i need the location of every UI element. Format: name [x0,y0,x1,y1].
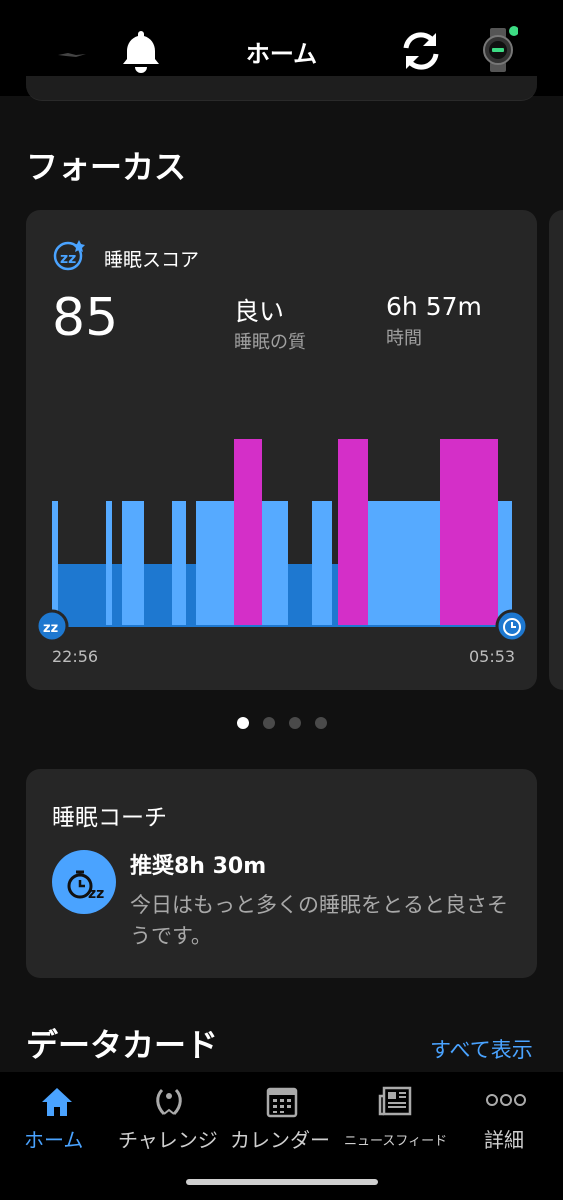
focus-section-title: フォーカス [26,148,187,186]
sync-icon[interactable] [398,28,444,74]
light-sleep-segment [262,501,288,626]
nav-item-home[interactable]: ホーム [0,1072,112,1172]
sleep-score-icon: zz [53,240,85,271]
pager-dot[interactable] [289,717,301,729]
light-sleep-segment [196,501,234,626]
sleep-start-marker: zz [35,609,69,643]
sleep-score-value: 85 [52,288,119,348]
laurel-icon [156,1088,182,1116]
svg-text:zz: zz [88,886,104,902]
light-sleep-segment [106,501,112,626]
light-sleep-segment [52,501,58,626]
sleep-duration-value: 6h 57m [386,292,482,321]
nav-item-calendar[interactable]: カレンダー [228,1072,340,1172]
pager-dot[interactable] [263,717,275,729]
sleep-coach-icon: zz [52,850,116,914]
light-sleep-segment [498,501,512,626]
see-all-link[interactable]: すべて表示 [430,1034,533,1064]
pager-dot[interactable] [315,717,327,729]
previous-card-edge [26,76,537,101]
nav-label-more: 詳細 [484,1128,524,1152]
sleep-quality-value: 良い [234,297,285,326]
nav-label-home: ホーム [24,1128,84,1152]
wake-clock-icon [495,609,529,643]
sleep-stage-chart: zz [35,439,529,643]
deep-sleep-segment [186,564,196,626]
home-icon [42,1088,72,1116]
next-card-peek[interactable] [549,210,563,690]
svg-text:zz: zz [60,251,76,267]
sleep-end-time: 05:53 [469,647,516,666]
nav-label-newsfeed: ニュースフィード [344,1134,448,1149]
watch-status-dot [509,26,518,36]
watch-icon[interactable] [478,26,518,74]
home-indicator [186,1179,378,1185]
light-sleep-segment [368,501,440,626]
sleep-coach-description: 今日はもっと多くの睡眠をとると良さそうです。 [130,893,508,948]
more-dots-icon [486,1094,526,1106]
carousel-pager[interactable] [0,715,563,731]
sleep-coach-title: 睡眠コーチ [52,805,167,831]
deep-sleep-segment [288,564,312,626]
light-sleep-segment [172,501,186,626]
deep-sleep-segment [112,564,122,626]
calendar-icon [266,1087,298,1118]
sleep-score-label: 睡眠スコア [104,249,200,271]
sleep-start-time: 22:56 [52,647,99,666]
data-cards-section-title: データカード [26,1026,219,1064]
deep-sleep-segment [144,564,172,626]
newspaper-icon [378,1086,412,1116]
nav-label-calendar: カレンダー [230,1128,330,1152]
pager-dot[interactable] [237,717,249,729]
deep-sleep-segment [332,564,338,626]
deep-sleep-segment [80,564,106,626]
nav-item-more[interactable]: 詳細 [450,1072,563,1172]
svg-text:zz: zz [43,621,58,636]
rem-sleep-segment [440,439,498,626]
light-sleep-segment [122,501,144,626]
rem-sleep-segment [338,439,368,626]
nav-item-newsfeed[interactable]: ニュースフィード [340,1072,450,1172]
nav-item-challenges[interactable]: チャレンジ [112,1072,228,1172]
nav-label-challenges: チャレンジ [118,1128,218,1152]
light-sleep-segment [312,501,332,626]
sleep-recommendation: 推奨8h 30m [130,854,267,879]
rem-sleep-segment [234,439,262,626]
